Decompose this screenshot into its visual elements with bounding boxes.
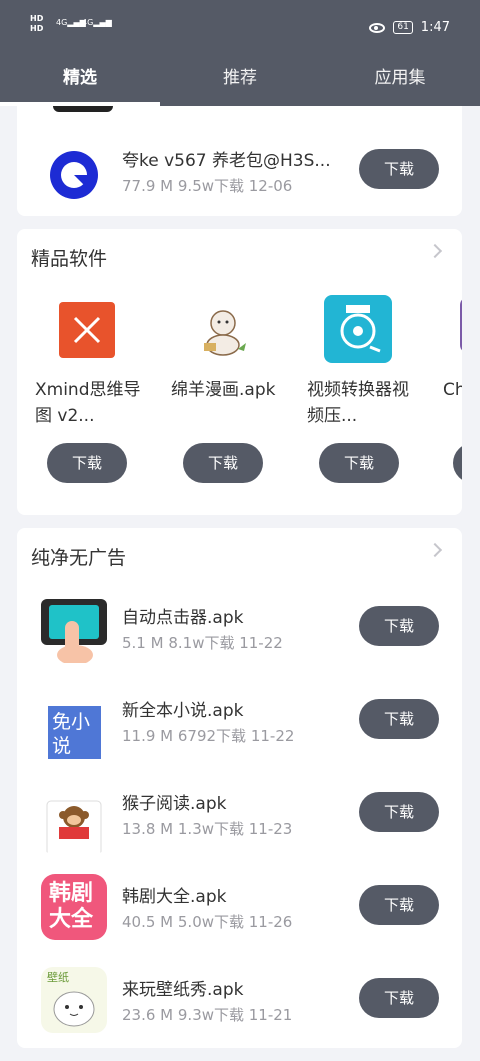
section-title: 精品软件 (31, 248, 108, 270)
app-name: 自动点击器.apk (122, 608, 244, 628)
clock: 1:47 (420, 20, 450, 35)
download-button[interactable]: 下载 (183, 443, 263, 483)
list-item[interactable]: 韩剧大全 韩剧大全.apk 40.5 M 5.0w下载 11-26 下载 (17, 862, 462, 952)
app-meta: 77.9 M 9.5w下载 12-06 (122, 177, 293, 195)
app-meta: 11.9 M 6792下载 11-22 (122, 727, 295, 745)
ad-free-card: 纯净无广告 自动点击器.apk 5.1 M 8.1w下载 11-22 下载 免小… (17, 528, 462, 1048)
download-button[interactable]: 下载 (453, 443, 462, 483)
quark-app-icon (39, 140, 109, 210)
tab-bar: 精选 推荐 应用集 (0, 56, 480, 106)
app-name: 视频转换器视频压... (307, 380, 409, 426)
chevron-right-icon[interactable] (427, 243, 443, 259)
section-title: 纯净无广告 (31, 547, 127, 569)
app-name: 夸ke v567 养老包@H3S... (122, 151, 331, 171)
eye-icon (369, 22, 386, 33)
list-item[interactable]: 壁纸 来玩壁纸秀.apk 23.6 M 9.3w下载 11-21 下载 (17, 955, 462, 1045)
novel-icon: 免小说 (39, 690, 109, 760)
app-meta: 40.5 M 5.0w下载 11-26 (122, 913, 293, 931)
previous-item-icon-edge (53, 106, 113, 112)
app-icon (460, 297, 462, 353)
list-item[interactable]: 免小说 新全本小说.apk 11.9 M 6792下载 11-22 下载 (17, 676, 462, 766)
app-name: Ch方 (443, 380, 462, 400)
tab-featured[interactable]: 精选 (0, 56, 160, 106)
download-button[interactable]: 下载 (359, 149, 439, 189)
hd-indicator: HD HD (30, 14, 44, 33)
sheep-icon (188, 297, 258, 367)
app-name: Xmind思维导图 v2... (35, 380, 141, 426)
download-button[interactable]: 下载 (359, 606, 439, 646)
battery-icon: 61 (393, 21, 413, 34)
signal-icon: 4G▂▄▆ (82, 18, 112, 27)
list-item[interactable]: 猴子阅读.apk 13.8 M 1.3w下载 11-23 下载 (17, 769, 462, 859)
download-button[interactable]: 下载 (319, 443, 399, 483)
app-name: 韩剧大全.apk (122, 887, 227, 907)
app-meta: 23.6 M 9.3w下载 11-21 (122, 1006, 293, 1024)
korean-drama-icon: 韩剧大全 (41, 874, 107, 940)
monkey-reader-icon (39, 783, 109, 853)
download-button[interactable]: 下载 (359, 978, 439, 1018)
download-button[interactable]: 下载 (47, 443, 127, 483)
download-button[interactable]: 下载 (359, 885, 439, 925)
video-converter-icon (324, 295, 392, 363)
status-bar: HD HD 4G▂▄▆ 4G▂▄▆ 61 1:47 (0, 0, 480, 56)
featured-software-card: 精品软件 Xmind思维导图 v2... 下载 绵羊漫画.apk 下载 视频转换… (17, 229, 462, 515)
icon-label: 免小说 (52, 711, 91, 757)
icon-label: 韩剧大全 (49, 881, 94, 932)
tab-app-collections[interactable]: 应用集 (320, 56, 480, 106)
app-name: 来玩壁纸秀.apk (122, 980, 244, 1000)
app-meta: 13.8 M 1.3w下载 11-23 (122, 820, 293, 838)
app-name: 猴子阅读.apk (122, 794, 227, 814)
download-button[interactable]: 下载 (359, 699, 439, 739)
tab-recommended[interactable]: 推荐 (160, 56, 320, 106)
auto-clicker-icon (39, 593, 109, 663)
list-item[interactable]: 夸ke v567 养老包@H3S... 77.9 M 9.5w下载 12-06 … (17, 126, 462, 216)
xmind-icon (59, 302, 115, 358)
list-item[interactable]: 自动点击器.apk 5.1 M 8.1w下载 11-22 下载 (17, 583, 462, 673)
app-list-card: 夸ke v567 养老包@H3S... 77.9 M 9.5w下载 12-06 … (17, 106, 462, 216)
app-name: 新全本小说.apk (122, 701, 244, 721)
download-button[interactable]: 下载 (359, 792, 439, 832)
wallpaper-icon: 壁纸 (41, 967, 107, 1033)
app-name: 绵羊漫画.apk (171, 380, 276, 400)
app-header: HD HD 4G▂▄▆ 4G▂▄▆ 61 1:47 精选 推荐 应用集 (0, 0, 480, 106)
chevron-right-icon[interactable] (427, 542, 443, 558)
app-meta: 5.1 M 8.1w下载 11-22 (122, 634, 283, 652)
